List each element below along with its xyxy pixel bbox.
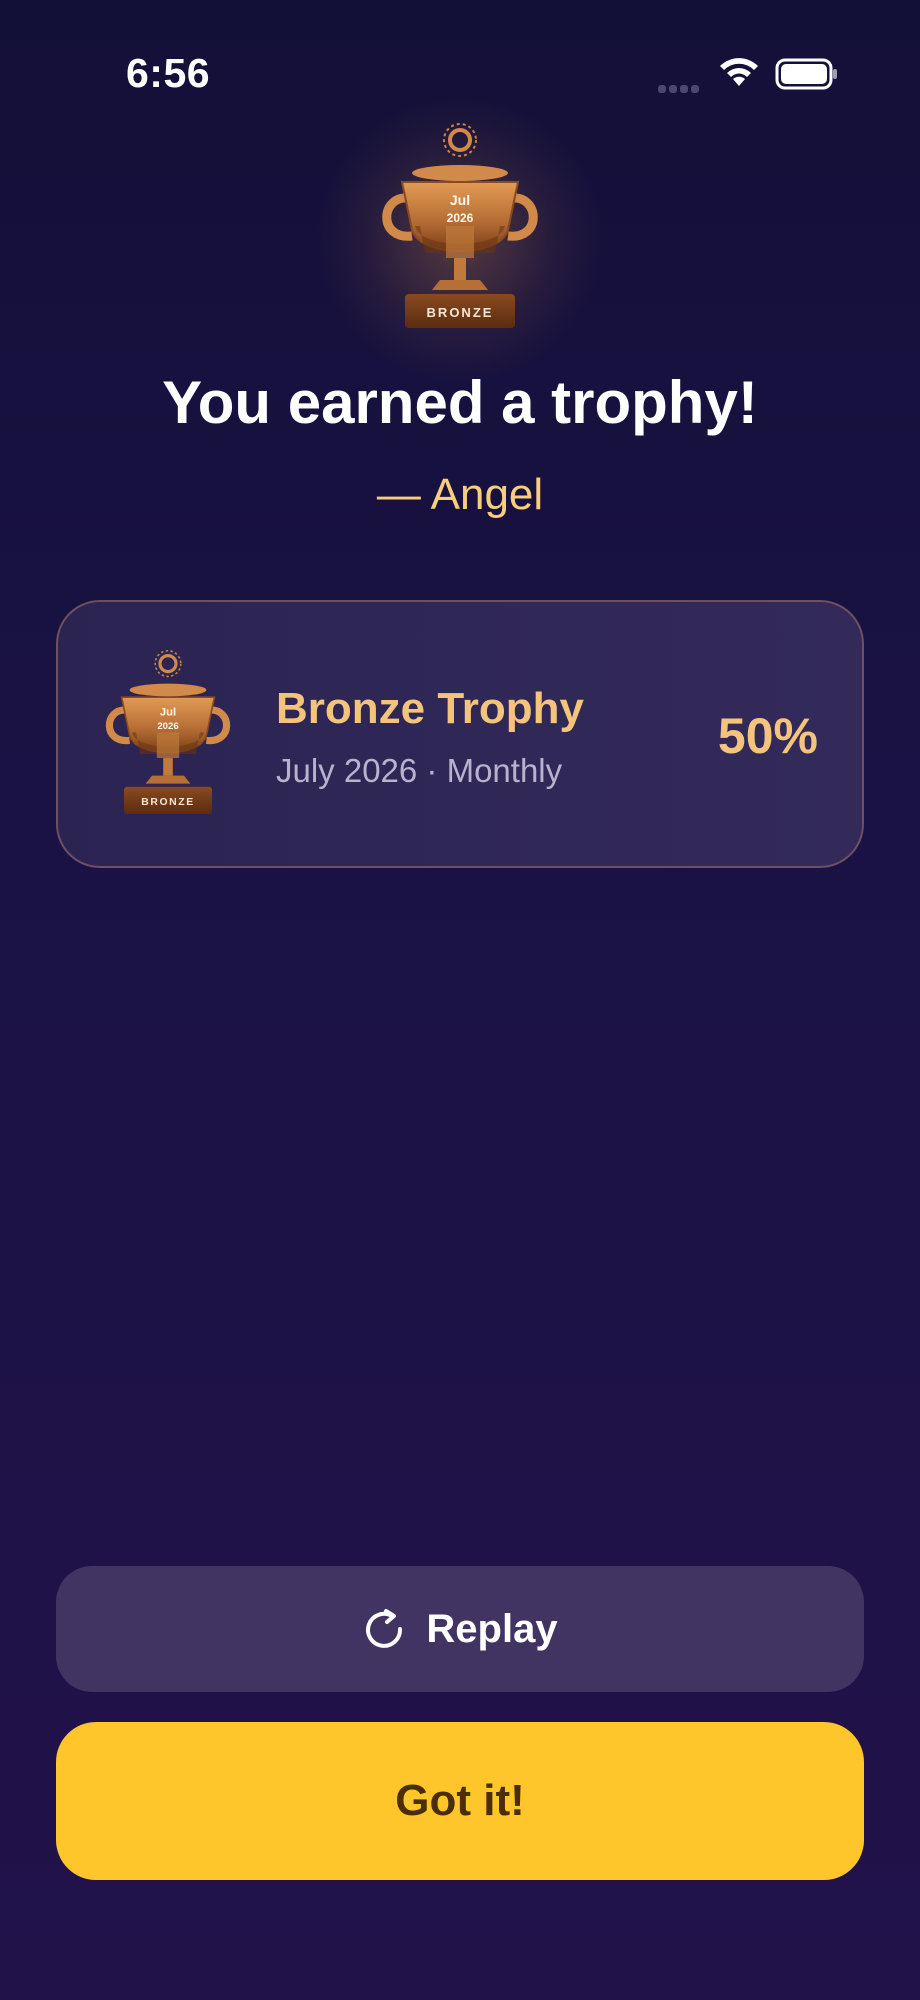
card-percent: 50%: [717, 708, 818, 764]
replay-button[interactable]: Replay: [56, 1566, 864, 1692]
replay-icon: [366, 1609, 403, 1648]
trophy-card: Jul 2026 BRONZE Bronze Trophy July 2026 …: [56, 600, 864, 868]
card-trophy-month: Jul: [160, 707, 176, 719]
card-trophy-tier: BRONZE: [141, 797, 194, 808]
battery-icon: [775, 58, 837, 90]
hero-trophy-month: Jul: [450, 192, 470, 208]
got-it-button[interactable]: Got it!: [56, 1722, 864, 1880]
card-trophy-year: 2026: [157, 721, 178, 732]
status-time: 6:56: [126, 50, 211, 96]
replay-label: Replay: [426, 1606, 558, 1651]
page-title: You earned a trophy!: [162, 369, 758, 436]
page-subtitle: — Angel: [376, 470, 544, 519]
wifi-icon: [720, 58, 758, 86]
hero-trophy-tier: BRONZE: [427, 305, 494, 320]
hero-trophy-year: 2026: [447, 211, 474, 225]
card-subtitle: July 2026 · Monthly: [276, 752, 563, 789]
trophy-icon: Jul 2026 BRONZE: [105, 650, 231, 814]
signal-icon: [658, 80, 704, 93]
trophy-icon: Jul 2026 BRONZE: [382, 123, 538, 328]
card-title: Bronze Trophy: [276, 684, 585, 733]
got-it-label: Got it!: [395, 1776, 525, 1825]
